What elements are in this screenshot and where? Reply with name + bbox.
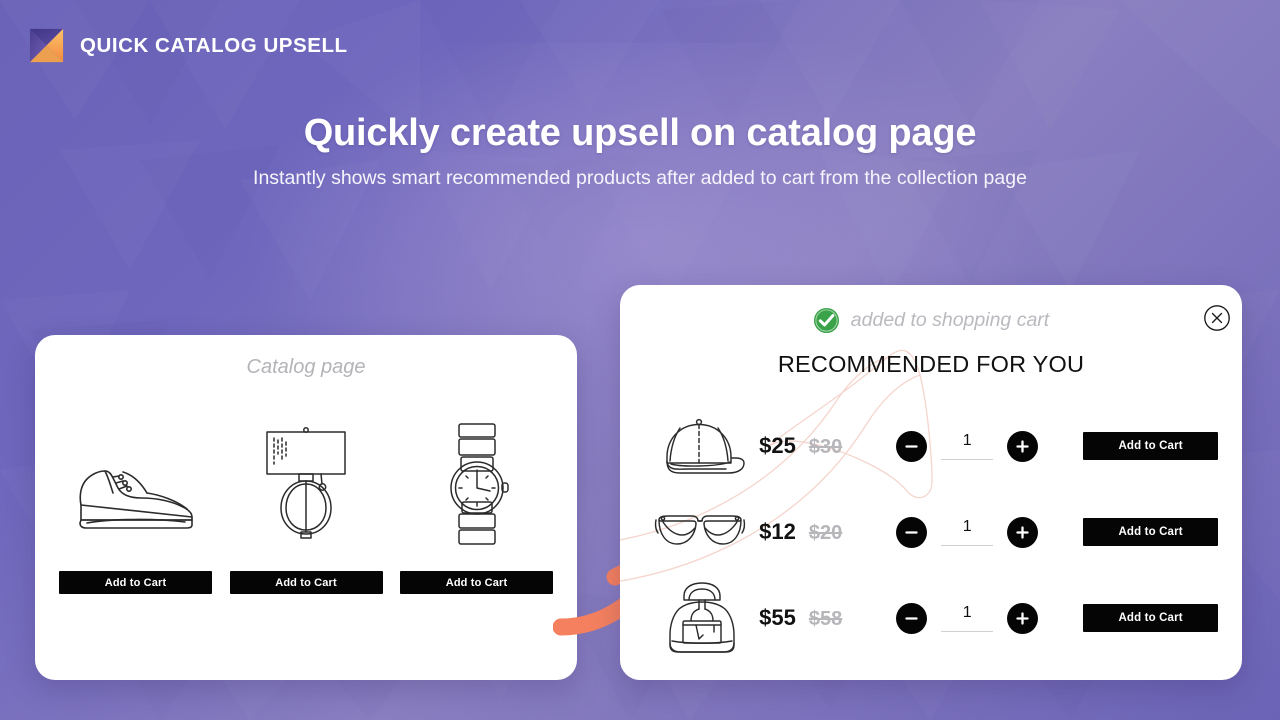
page-subtitle: Instantly shows smart recommended produc… [253, 167, 1027, 189]
recommended-product-row: $12 $20 1 Add to Cart [650, 489, 1218, 575]
recommended-product-row: $25 $30 1 Add to Cart [650, 403, 1218, 489]
minus-icon [905, 616, 918, 620]
brand-header: QUICK CATALOG UPSELL [27, 26, 348, 65]
quantity-value: 1 [962, 604, 972, 621]
increase-quantity-button[interactable] [1007, 602, 1039, 634]
backpack-icon [650, 579, 753, 657]
decrease-quantity-button[interactable] [896, 516, 928, 548]
price-group: $12 $20 [759, 519, 878, 545]
price-group: $25 $30 [759, 433, 878, 459]
product-compare-price: $20 [808, 522, 843, 544]
decrease-quantity-button[interactable] [896, 430, 928, 462]
quantity-value: 1 [962, 432, 972, 449]
minus-icon [905, 530, 918, 534]
sneaker-icon [61, 405, 211, 565]
recommended-add-to-cart-button[interactable]: Add to Cart [1083, 604, 1218, 632]
catalog-add-to-cart-button[interactable]: Add to Cart [229, 571, 383, 594]
plus-icon [1016, 611, 1029, 625]
quantity-stepper: 1 [896, 430, 1039, 462]
quantity-input[interactable]: 1 [941, 432, 994, 460]
table-lamp-icon [251, 405, 361, 565]
minus-icon [905, 444, 918, 448]
upsell-modal-card: added to shopping cart RECOMMENDED FOR Y… [620, 285, 1242, 680]
check-circle-icon [813, 307, 839, 334]
brand-title: QUICK CATALOG UPSELL [80, 33, 348, 57]
quantity-stepper: 1 [896, 516, 1039, 548]
catalog-product-item: Add to Cart [53, 405, 218, 594]
quantity-stepper: 1 [896, 602, 1039, 634]
page-title: Quickly create upsell on catalog page [303, 112, 977, 154]
decrease-quantity-button[interactable] [896, 602, 928, 634]
added-to-cart-status: added to shopping cart [620, 307, 1242, 334]
product-compare-price: $30 [808, 436, 843, 458]
plus-icon [1016, 525, 1029, 539]
quantity-input[interactable]: 1 [941, 518, 994, 546]
catalog-product-item: Add to Cart [394, 405, 559, 594]
baseball-cap-icon [650, 413, 753, 479]
catalog-page-card: Catalog page Add to Cart Add to Cart Add… [35, 335, 577, 680]
product-price: $12 [759, 519, 796, 544]
catalog-product-grid: Add to Cart Add to Cart Add to Cart [53, 405, 559, 594]
product-compare-price: $58 [808, 608, 843, 630]
catalog-product-item: Add to Cart [224, 405, 389, 594]
price-group: $55 $58 [759, 605, 878, 631]
catalog-page-label: Catalog page [246, 356, 366, 378]
m-logo-icon [29, 28, 64, 63]
increase-quantity-button[interactable] [1007, 516, 1039, 548]
recommended-product-list: $25 $30 1 Add to Cart $12 $20 1 Add to C… [650, 403, 1218, 661]
product-price: $25 [759, 433, 796, 458]
recommended-add-to-cart-button[interactable]: Add to Cart [1083, 518, 1218, 546]
recommended-product-row: $55 $58 1 Add to Cart [650, 575, 1218, 661]
screenshot-root: QUICK CATALOG UPSELL Quickly create upse… [0, 0, 1280, 720]
eyeglasses-icon [650, 508, 753, 556]
increase-quantity-button[interactable] [1007, 430, 1039, 462]
wristwatch-icon [432, 405, 522, 565]
recommended-heading: RECOMMENDED FOR YOU [777, 351, 1085, 377]
added-to-cart-text: added to shopping cart [850, 309, 1050, 331]
quantity-input[interactable]: 1 [941, 604, 994, 632]
catalog-add-to-cart-button[interactable]: Add to Cart [59, 571, 212, 594]
recommended-add-to-cart-button[interactable]: Add to Cart [1083, 432, 1218, 460]
catalog-add-to-cart-button[interactable]: Add to Cart [400, 571, 553, 594]
product-price: $55 [759, 605, 796, 630]
quantity-value: 1 [962, 518, 972, 535]
plus-icon [1016, 439, 1029, 453]
